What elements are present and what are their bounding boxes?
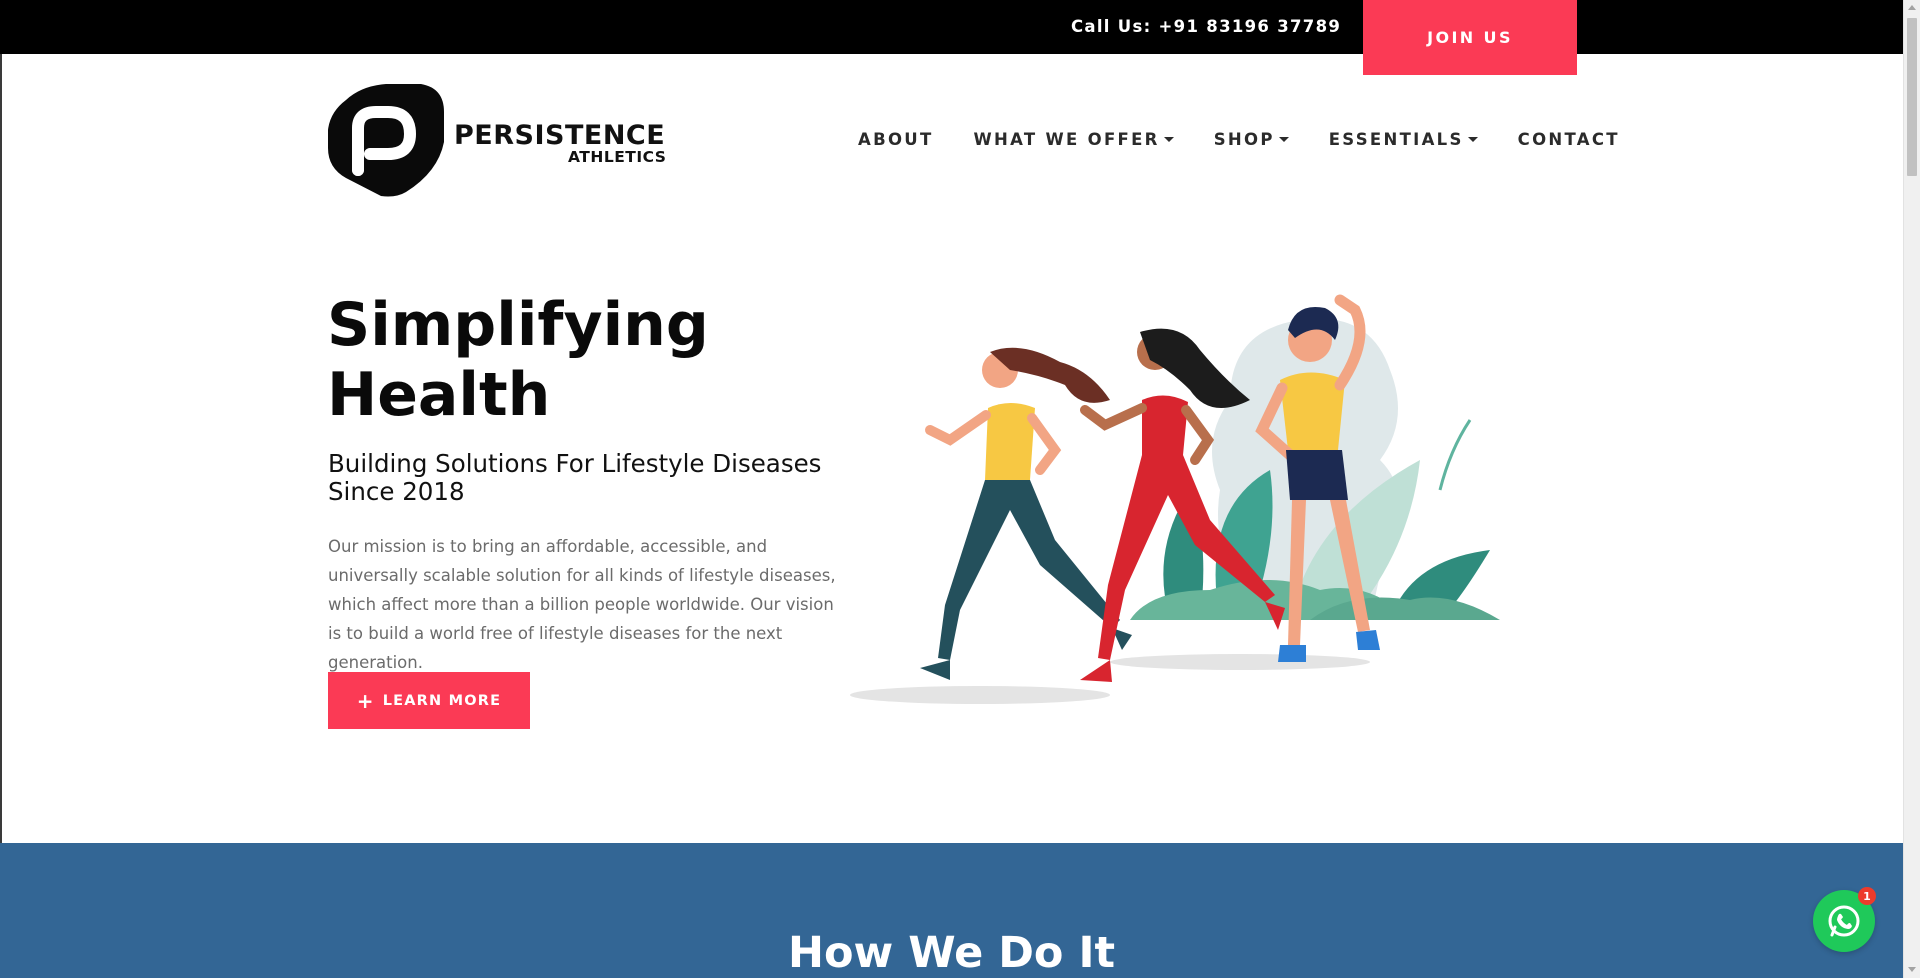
section-heading: How We Do It [787, 928, 1115, 978]
nav-item-about[interactable]: ABOUT [858, 130, 934, 149]
notification-badge: 1 [1858, 887, 1876, 905]
top-bar: Call Us: +91 83196 37789 [0, 0, 1903, 54]
nav-item-contact[interactable]: CONTACT [1518, 130, 1620, 149]
nav-item-label: SHOP [1213, 130, 1275, 149]
nav-item-label: CONTACT [1517, 130, 1620, 149]
page: Call Us: +91 83196 37789 JOIN US PERSIST… [0, 0, 1920, 978]
nav-item-what-we-offer[interactable]: WHAT WE OFFER [974, 130, 1174, 149]
plus-icon: + [356, 688, 375, 713]
hero-title: Simplifying Health [327, 290, 787, 430]
join-us-button[interactable]: JOIN US [1363, 0, 1577, 75]
caret-down-icon [1467, 137, 1478, 142]
call-us-text[interactable]: Call Us: +91 83196 37789 [1071, 17, 1341, 36]
logo-mark-icon [328, 84, 444, 197]
nav-item-label: ABOUT [858, 130, 934, 149]
nav-item-label: ESSENTIALS [1328, 130, 1464, 149]
hero-subtitle: Building Solutions For Lifestyle Disease… [328, 449, 822, 506]
hero-illustration [850, 294, 1500, 704]
vertical-scrollbar[interactable] [1903, 0, 1920, 978]
brand-name: PERSISTENCE [454, 120, 666, 151]
caret-down-icon [1163, 137, 1174, 142]
whatsapp-icon [1828, 905, 1860, 937]
caret-down-icon [1278, 137, 1289, 142]
learn-more-button[interactable]: + LEARN MORE [328, 672, 530, 729]
scroll-thumb[interactable] [1907, 18, 1917, 176]
learn-more-label: LEARN MORE [382, 692, 502, 709]
scroll-down-icon[interactable] [1908, 967, 1916, 972]
window-border [0, 0, 2, 978]
scroll-up-icon[interactable] [1908, 5, 1916, 10]
nav-item-shop[interactable]: SHOP [1214, 130, 1289, 149]
hero-title-line-2: Health [327, 360, 551, 430]
nav-item-essentials[interactable]: ESSENTIALS [1329, 130, 1478, 149]
main-nav: ABOUT WHAT WE OFFER SHOP ESSENTIALS CONT… [858, 130, 1620, 149]
hero-title-line-1: Simplifying [327, 290, 709, 360]
hero-description: Our mission is to bring an affordable, a… [328, 537, 836, 672]
brand-logo[interactable]: PERSISTENCE ATHLETICS [326, 82, 666, 198]
nav-item-label: WHAT WE OFFER [973, 130, 1160, 149]
brand-tagline: ATHLETICS [568, 148, 667, 166]
